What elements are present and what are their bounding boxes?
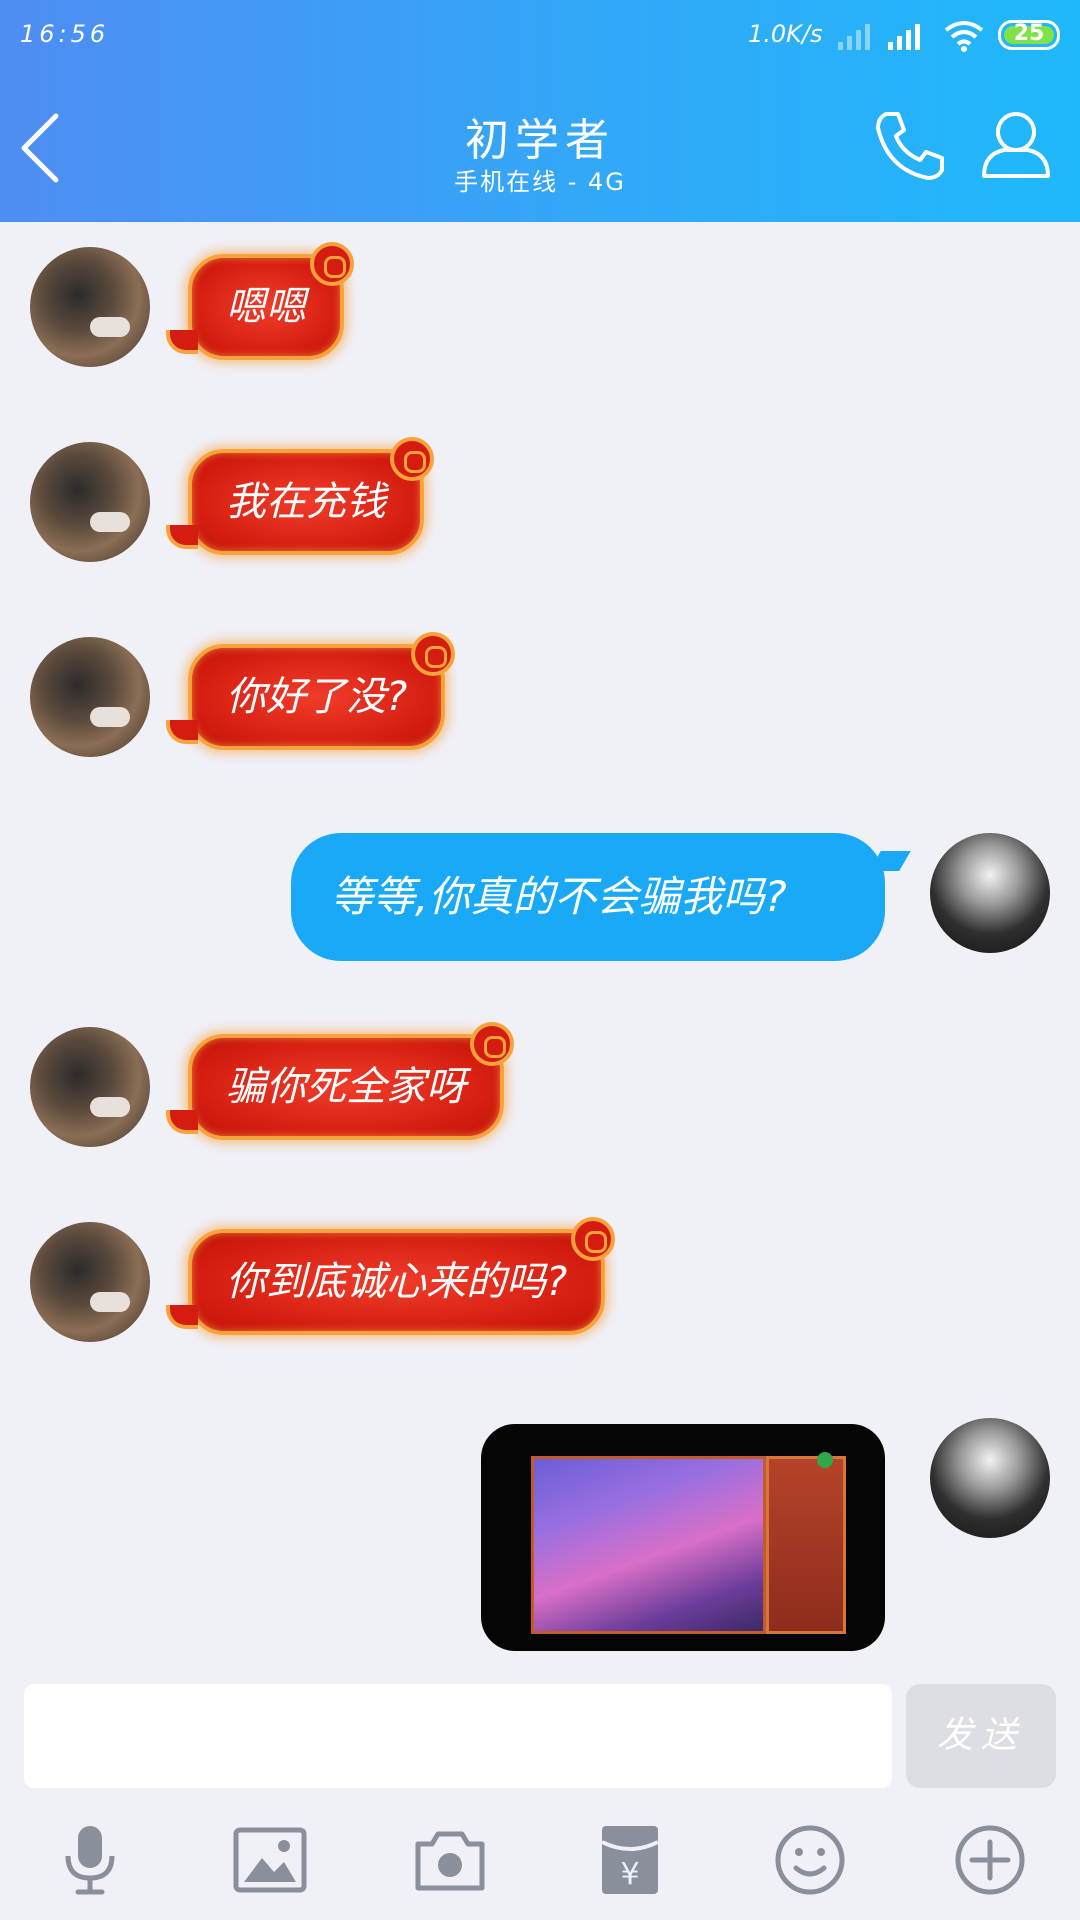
phone-icon[interactable] — [872, 108, 948, 184]
signal-full-icon — [888, 24, 920, 50]
send-button[interactable]: 发送 — [906, 1684, 1056, 1788]
red-packet-icon[interactable]: ¥ — [592, 1822, 668, 1898]
contact-avatar[interactable] — [30, 442, 150, 562]
status-bar: 16:56 1.0K/s 25 — [0, 0, 1080, 72]
profile-icon[interactable] — [980, 108, 1052, 180]
image-message[interactable] — [481, 1424, 885, 1651]
contact-avatar[interactable] — [30, 247, 150, 367]
wifi-icon — [944, 21, 984, 52]
message-text: 嗯嗯 — [226, 284, 306, 330]
contact-avatar[interactable] — [30, 1027, 150, 1147]
game-screenshot — [531, 1456, 766, 1634]
message-text: 你到底诚心来的吗? — [226, 1259, 568, 1305]
message-text: 我在充钱 — [226, 479, 386, 525]
close-icon — [817, 1452, 833, 1468]
message-bubble-sent[interactable]: 等等,你真的不会骗我吗? — [291, 833, 911, 961]
signal-icon — [838, 24, 870, 50]
game-side-panel — [766, 1456, 846, 1634]
microphone-icon[interactable] — [52, 1822, 128, 1898]
message-input[interactable] — [24, 1684, 892, 1788]
battery-icon: 25 — [998, 20, 1060, 50]
contact-avatar[interactable] — [30, 637, 150, 757]
camera-icon[interactable] — [412, 1822, 488, 1898]
message-text: 你好了没? — [226, 674, 408, 720]
message-bubble[interactable]: 你到底诚心来的吗? — [166, 1217, 616, 1335]
image-icon[interactable] — [232, 1822, 308, 1898]
message-text: 等等,你真的不会骗我吗? — [331, 872, 787, 921]
message-text: 骗你死全家呀 — [226, 1064, 466, 1110]
emoji-icon[interactable] — [772, 1822, 848, 1898]
svg-text:¥: ¥ — [620, 1857, 639, 1892]
message-bubble[interactable]: 骗你死全家呀 — [166, 1022, 514, 1140]
battery-level: 25 — [1013, 21, 1045, 46]
my-avatar[interactable] — [930, 833, 1050, 953]
my-avatar[interactable] — [930, 1418, 1050, 1538]
message-bubble[interactable]: 嗯嗯 — [166, 242, 354, 360]
chat-header: 16:56 1.0K/s 25 初学者 手机在线 - 4G — [0, 0, 1080, 222]
message-bubble[interactable]: 你好了没? — [166, 632, 456, 750]
status-time: 16:56 — [20, 20, 110, 48]
network-speed: 1.0K/s — [748, 20, 823, 48]
message-bubble[interactable]: 我在充钱 — [166, 437, 434, 555]
contact-avatar[interactable] — [30, 1222, 150, 1342]
plus-icon[interactable] — [952, 1822, 1028, 1898]
